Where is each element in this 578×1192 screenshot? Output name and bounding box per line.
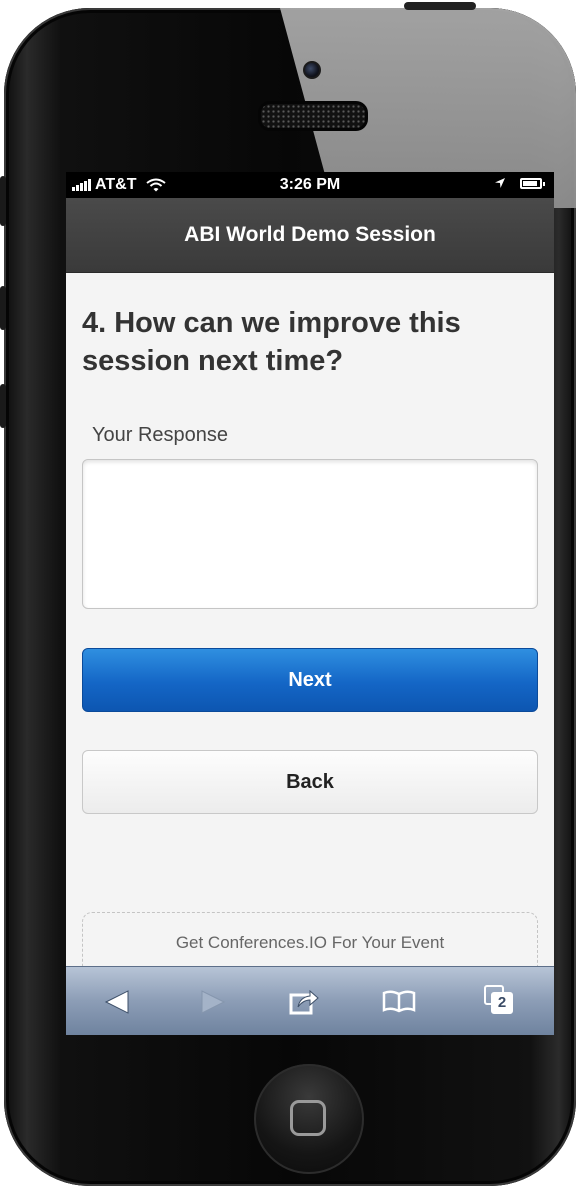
next-button[interactable]: Next [82, 648, 538, 712]
tabs-count: 2 [491, 992, 513, 1014]
response-textarea[interactable] [82, 459, 538, 609]
mute-switch [0, 176, 6, 226]
bookmarks-icon[interactable] [382, 989, 416, 1013]
promo-text: Get Conferences.IO For Your Event [175, 933, 445, 952]
location-icon [495, 178, 505, 188]
front-camera [303, 61, 321, 79]
page-title: ABI World Demo Session [66, 198, 554, 273]
response-label: Your Response [92, 424, 229, 446]
tabs-icon[interactable]: 2 [484, 985, 514, 1015]
speaker-grille [258, 101, 368, 131]
battery-icon [520, 177, 545, 189]
safari-toolbar: 2 [66, 966, 554, 1035]
sleep-button [404, 2, 476, 10]
volume-up-button [0, 286, 6, 330]
back-arrow-icon[interactable] [104, 989, 130, 1015]
volume-down-button [0, 384, 6, 428]
status-bar: AT&T 3:26 PM [66, 172, 554, 198]
back-button[interactable]: Back [82, 750, 538, 814]
promo-link[interactable]: Get Conferences.IO For Your Event [82, 912, 538, 966]
share-icon[interactable] [288, 985, 320, 1017]
clock: 3:26 PM [279, 176, 341, 193]
forward-arrow-icon[interactable] [200, 989, 226, 1015]
screen: AT&T 3:26 PM ABI World Demo Session 4. H… [66, 172, 554, 966]
home-square-icon [290, 1100, 326, 1136]
question-text: 4. How can we improve this session next … [82, 307, 461, 377]
home-button [254, 1064, 364, 1174]
